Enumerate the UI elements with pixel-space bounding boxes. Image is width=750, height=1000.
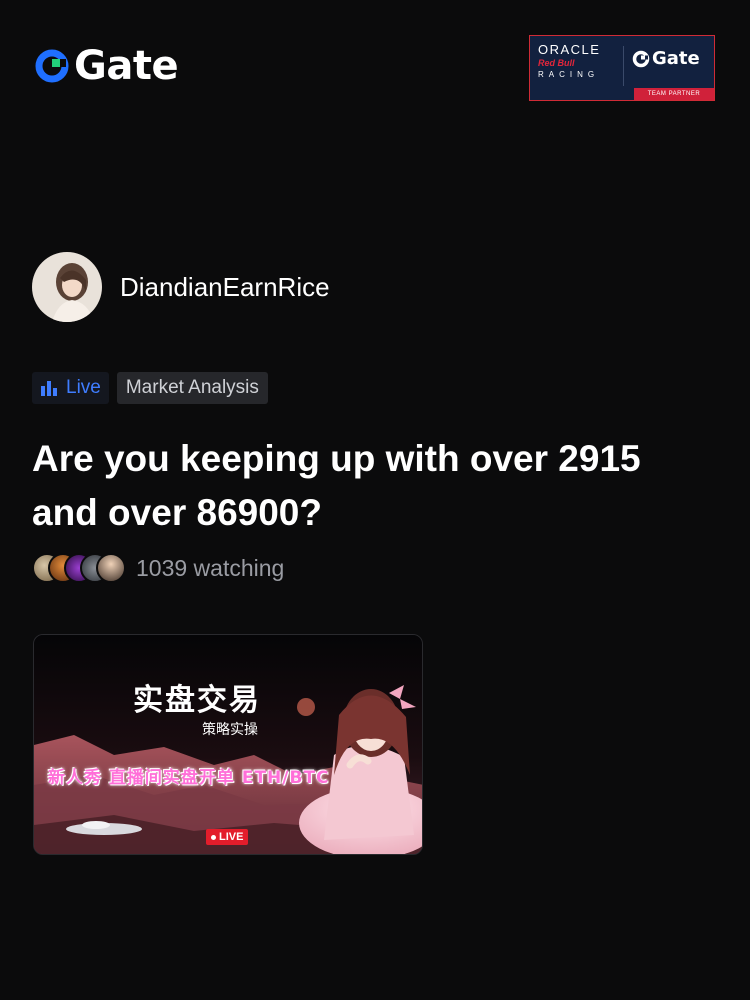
partner-gate-text: Gate [652,48,700,69]
viewer-avatars [32,553,126,583]
watching-count: 1039 watching [136,554,285,581]
redbull-text: Red Bull [538,58,575,68]
host-name[interactable]: DiandianEarnRice [120,272,330,303]
redbull-racing-logo: ORACLE Red Bull RACING [538,42,622,79]
live-badge: LIVE [206,829,249,845]
viewer-avatar [96,553,126,583]
partner-gate-logo: Gate [632,50,700,68]
gate-logo-text: Gate [74,43,179,89]
team-partner-bar: TEAM PARTNER [634,88,714,100]
live-stream-page: Gate ORACLE Red Bull RACING Gate TEAM PA… [0,0,750,1000]
gate-logo[interactable]: Gate [34,43,179,89]
stream-tags: Live Market Analysis [32,372,268,404]
racing-text: RACING [538,70,600,79]
thumbnail-artwork [34,635,422,854]
live-badge-label: LIVE [219,831,244,843]
stream-thumbnail[interactable]: 实盘交易 策略实操 新人秀 直播间实盘开单 ETH/BTC LIVE [33,634,423,855]
gate-logo-icon [632,50,650,68]
live-tag-label: Live [66,377,101,398]
team-partner-label: TEAM PARTNER [647,91,701,97]
gate-logo-icon [35,49,69,83]
team-partner-badge: ORACLE Red Bull RACING Gate TEAM PARTNER [529,35,715,101]
stream-title: Are you keeping up with over 2915 and ov… [32,438,641,533]
host-avatar[interactable] [32,252,102,322]
live-dot-icon [211,834,216,840]
host-info[interactable]: DiandianEarnRice [32,252,330,322]
viewer-count: 1039 watching [32,553,284,583]
category-tag-label: Market Analysis [125,377,259,398]
live-bars-icon [41,381,57,396]
partner-divider [623,46,624,86]
live-tag: Live [32,372,109,404]
thumbnail-subtitle: 策略实操 [202,722,258,738]
thumbnail-banner: 新人秀 直播间实盘开单 ETH/BTC [48,768,330,788]
host-avatar-image [32,252,102,322]
thumbnail-title-text: 实盘交易 [133,683,261,718]
thumbnail-title: 实盘交易 [34,675,422,719]
category-tag[interactable]: Market Analysis [116,372,268,404]
oracle-text: ORACLE [538,42,601,57]
